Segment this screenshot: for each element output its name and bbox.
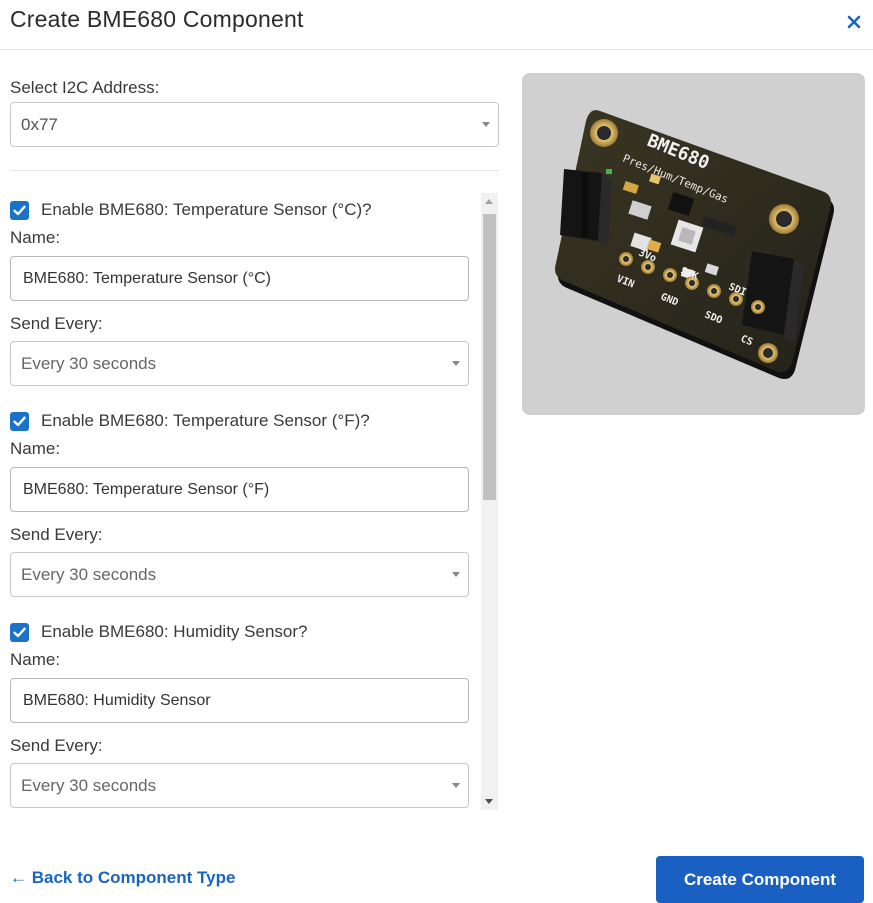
- enable-checkbox-row[interactable]: Enable BME680: Temperature Sensor (°F)?: [10, 409, 370, 433]
- chevron-down-icon: [452, 783, 460, 788]
- enable-label: Enable BME680: Temperature Sensor (°C)?: [41, 200, 372, 219]
- name-input[interactable]: BME680: Temperature Sensor (°C): [10, 256, 469, 301]
- enable-label: Enable BME680: Humidity Sensor?: [41, 622, 308, 641]
- name-label: Name:: [10, 439, 61, 458]
- send-every-value: Every 30 seconds: [21, 565, 157, 584]
- scrollbar-thumb[interactable]: [483, 214, 496, 500]
- scroll-up-arrow-icon[interactable]: [485, 199, 493, 204]
- create-component-button[interactable]: Create Component: [656, 856, 864, 903]
- product-image: BME680 Pres/Hum/Temp/Gas VIN 3Vo GND SCK…: [522, 73, 865, 415]
- checkbox-checked-icon[interactable]: [10, 200, 29, 220]
- close-icon[interactable]: [841, 6, 867, 32]
- i2c-address-label: Select I2C Address:: [10, 78, 160, 97]
- bme680-board-illustration: BME680 Pres/Hum/Temp/Gas VIN 3Vo GND SCK…: [555, 110, 834, 379]
- name-label: Name:: [10, 650, 61, 669]
- send-every-value: Every 30 seconds: [21, 354, 157, 373]
- enable-label: Enable BME680: Temperature Sensor (°F)?: [41, 411, 370, 430]
- sensor-list[interactable]: Enable BME680: Temperature Sensor (°C)? …: [0, 192, 500, 810]
- chevron-down-icon: [482, 122, 490, 127]
- back-to-component-type-link[interactable]: ← Back to Component Type: [10, 868, 235, 888]
- send-every-label: Send Every:: [10, 525, 103, 544]
- checkbox-checked-icon[interactable]: [10, 622, 29, 642]
- enable-checkbox-row[interactable]: Enable BME680: Temperature Sensor (°C)?: [10, 198, 372, 222]
- enable-checkbox-row[interactable]: Enable BME680: Humidity Sensor?: [10, 620, 307, 644]
- dialog-header: Create BME680 Component: [0, 0, 873, 50]
- divider: [10, 170, 499, 171]
- name-input[interactable]: BME680: Temperature Sensor (°F): [10, 467, 469, 512]
- send-every-select[interactable]: Every 30 seconds: [10, 341, 469, 386]
- send-every-value: Every 30 seconds: [21, 776, 157, 795]
- i2c-address-value: 0x77: [21, 115, 58, 134]
- send-every-select[interactable]: Every 30 seconds: [10, 763, 469, 808]
- send-every-label: Send Every:: [10, 314, 103, 333]
- scrollbar[interactable]: [481, 193, 498, 810]
- send-every-label: Send Every:: [10, 736, 103, 755]
- send-every-select[interactable]: Every 30 seconds: [10, 552, 469, 597]
- scroll-down-arrow-icon[interactable]: [485, 799, 493, 804]
- checkbox-checked-icon[interactable]: [10, 411, 29, 431]
- chevron-down-icon: [452, 572, 460, 577]
- chevron-down-icon: [452, 361, 460, 366]
- i2c-address-select[interactable]: 0x77: [10, 102, 499, 147]
- name-label: Name:: [10, 228, 61, 247]
- name-input[interactable]: BME680: Humidity Sensor: [10, 678, 469, 723]
- dialog-title: Create BME680 Component: [10, 6, 304, 32]
